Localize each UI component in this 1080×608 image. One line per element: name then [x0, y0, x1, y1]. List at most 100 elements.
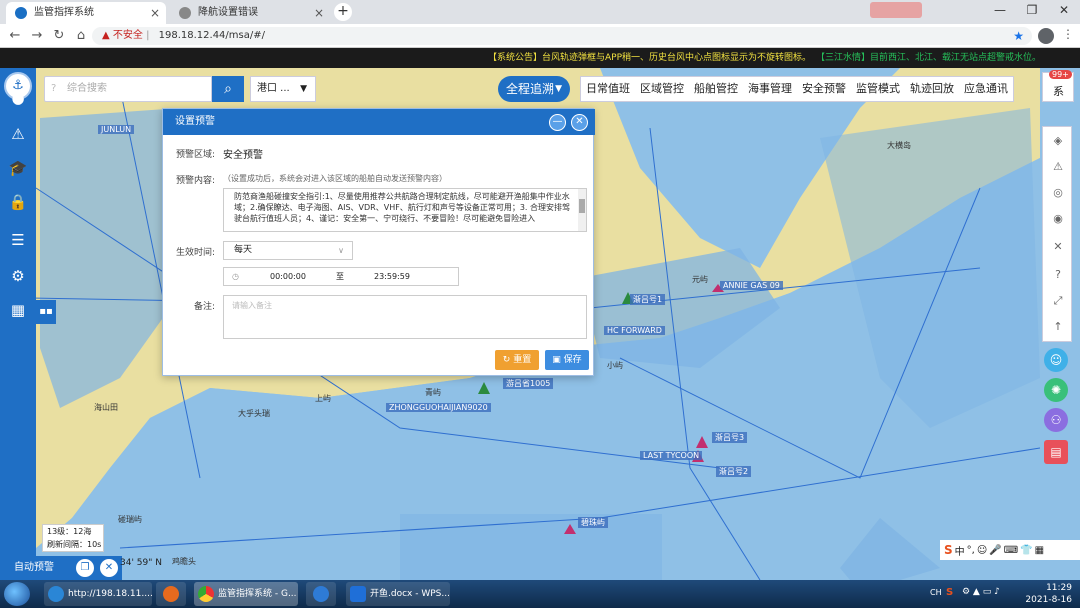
- maximize-icon[interactable]: ❐: [1016, 0, 1048, 22]
- sogou-browser-icon: [48, 586, 64, 602]
- notice-bar: 【系统公告】台风轨迹弹框与APP稍一、历史台风中心点图标显示为不旋转图标。 【三…: [0, 48, 1080, 68]
- ime-emoji-icon[interactable]: ☺: [977, 545, 987, 556]
- ship-label[interactable]: JUNLUN: [98, 125, 135, 134]
- sogou-tray-icon[interactable]: S: [946, 587, 953, 598]
- copy-icon[interactable]: ❐: [76, 559, 94, 577]
- taskbar-item[interactable]: [156, 582, 186, 606]
- url-input[interactable]: ▲ 不安全 | 198.18.12.44/msa/#/ ★: [92, 27, 1032, 45]
- time-range-picker[interactable]: ◷ 00:00:00 至 23:59:59: [223, 267, 459, 286]
- ship-label[interactable]: LAST TYCOON: [640, 451, 703, 460]
- layers-icon[interactable]: ◈: [1050, 133, 1066, 149]
- nav-item[interactable]: 监管模式: [851, 77, 905, 101]
- browser-tab[interactable]: 降航设置错误 ×: [170, 2, 330, 24]
- tools-icon[interactable]: ✕: [1050, 239, 1066, 255]
- profile-avatar-icon[interactable]: [1038, 28, 1054, 44]
- support-icon[interactable]: ☺: [1044, 348, 1068, 372]
- ship-label[interactable]: 渐吕号2: [716, 466, 752, 477]
- content-textarea[interactable]: 防范商渔船碰撞安全指引:1、尽量使用推荐公共航路合理制定航线，尽可能避开渔船集中…: [223, 188, 587, 232]
- nav-item[interactable]: 区域管控: [635, 77, 689, 101]
- ship-label[interactable]: 渐吕号1: [630, 294, 666, 305]
- warning-icon[interactable]: ⚠: [1050, 159, 1066, 175]
- auto-warn-bar[interactable]: 自动预警 ❐ ✕: [0, 556, 122, 580]
- tray-icons[interactable]: ⚙ ▲ ▭ ♪: [962, 587, 1000, 597]
- home-icon[interactable]: ⌂: [72, 27, 90, 45]
- scrollbar[interactable]: [578, 189, 586, 231]
- map-place-label: 大横岛: [887, 141, 911, 150]
- close-icon[interactable]: ✕: [100, 559, 118, 577]
- settings-icon[interactable]: ⚙: [6, 264, 30, 288]
- close-tab-icon[interactable]: ×: [314, 2, 324, 24]
- ship-label[interactable]: 碧珠屿: [578, 517, 608, 528]
- frequency-value: 每天: [234, 245, 253, 255]
- nav-item[interactable]: 海事管理: [743, 77, 797, 101]
- ship-label[interactable]: 游吕省1005: [503, 378, 554, 389]
- ime-skin-icon[interactable]: 👕: [1020, 545, 1032, 556]
- track-button[interactable]: 全程追溯 ▼: [498, 76, 570, 102]
- locate-icon[interactable]: ◎: [1050, 185, 1066, 201]
- ime-mic-icon[interactable]: 🎤: [989, 545, 1001, 556]
- input-language[interactable]: CH: [930, 588, 942, 597]
- search-input[interactable]: ? 综合搜索: [44, 76, 212, 102]
- system-message-button[interactable]: 99+ 系: [1042, 70, 1074, 102]
- browser-tab-active[interactable]: 监管指挥系统 ×: [6, 2, 166, 24]
- taskbar-item[interactable]: 开鱼.docx - WPS...: [346, 582, 450, 606]
- users-icon[interactable]: ⚇: [1044, 408, 1068, 432]
- nav-item[interactable]: 船舶管控: [689, 77, 743, 101]
- close-tab-icon[interactable]: ×: [150, 2, 160, 24]
- fullscreen-icon[interactable]: ⤢: [1050, 293, 1066, 309]
- browser-menu-icon[interactable]: ⋮: [1062, 27, 1074, 41]
- grid-icon[interactable]: ▪▪: [36, 300, 56, 324]
- back-icon[interactable]: ←: [6, 27, 24, 45]
- clock[interactable]: 11:29 2021-8-16: [1025, 582, 1072, 606]
- alert-icon[interactable]: ⚠: [6, 122, 30, 146]
- nav-item[interactable]: 轨迹回放: [905, 77, 959, 101]
- ime-tools-icon[interactable]: ▦: [1035, 545, 1044, 556]
- ship-label[interactable]: ZHONGGUOHAIJIAN9020: [386, 403, 491, 412]
- user-icon[interactable]: ●: [6, 86, 30, 110]
- search-button[interactable]: ⌕: [212, 76, 244, 102]
- page-favicon-icon: [179, 7, 191, 19]
- ship-label[interactable]: 渐吕号3: [712, 432, 748, 443]
- reset-button[interactable]: ↻ 重置: [495, 350, 539, 370]
- nav-item[interactable]: 应急通讯: [959, 77, 1013, 101]
- remark-textarea[interactable]: 请输入备注: [223, 295, 587, 339]
- nav-item[interactable]: 安全预警: [797, 77, 851, 101]
- save-button[interactable]: ▣ 保存: [545, 350, 589, 370]
- bookmark-star-icon[interactable]: ★: [1013, 27, 1024, 45]
- minimize-dialog-button[interactable]: —: [549, 114, 566, 131]
- port-select[interactable]: 港口 ... ▼: [250, 76, 316, 102]
- calendar-icon[interactable]: ▦: [6, 298, 30, 322]
- ime-punct-icon[interactable]: °,: [967, 545, 975, 556]
- effective-time-label: 生效时间:: [175, 248, 215, 258]
- tab-title: 监管指挥系统: [34, 7, 94, 18]
- keyboard-icon[interactable]: ▤: [1044, 440, 1068, 464]
- search-placeholder: 综合搜索: [67, 83, 107, 94]
- help-icon[interactable]: ?: [1050, 267, 1066, 283]
- target-icon[interactable]: ◉: [1050, 211, 1066, 227]
- save-label: 保存: [563, 355, 582, 365]
- taskbar-item-active[interactable]: 监管指挥系统 - G...: [194, 582, 298, 606]
- virus-icon[interactable]: ✺: [1044, 378, 1068, 402]
- taskbar-item[interactable]: [306, 582, 336, 606]
- ime-keyboard-icon[interactable]: ⌨: [1004, 545, 1018, 556]
- minimize-icon[interactable]: —: [984, 0, 1016, 22]
- top-nav: 日常值班 区域管控 船舶管控 海事管理 安全预警 监管模式 轨迹回放 应急通讯: [580, 76, 1014, 102]
- ship-label[interactable]: ANNIE GAS 09: [720, 281, 783, 290]
- list-icon[interactable]: ☰: [6, 228, 30, 252]
- reload-icon[interactable]: ↻: [50, 27, 68, 45]
- lock-icon[interactable]: 🔒: [6, 190, 30, 214]
- new-tab-button[interactable]: +: [334, 3, 352, 21]
- arrow-up-icon[interactable]: ↑: [1050, 319, 1066, 335]
- map-place-label: 上屿: [315, 394, 331, 403]
- close-dialog-button[interactable]: ✕: [571, 114, 588, 131]
- close-window-icon[interactable]: ✕: [1048, 0, 1080, 22]
- warning-settings-dialog: 设置预警 — ✕ 预警区域: 安全预警 预警内容: （设置成功后，系统会对进入该…: [162, 108, 595, 376]
- nav-item[interactable]: 日常值班: [581, 77, 635, 101]
- frequency-select[interactable]: 每天 ∨: [223, 241, 353, 260]
- start-button[interactable]: [4, 582, 30, 606]
- forward-icon[interactable]: →: [28, 27, 46, 45]
- taskbar-item[interactable]: http://198.18.11....: [44, 582, 152, 606]
- ship-label[interactable]: HC FORWARD: [604, 326, 665, 335]
- education-icon[interactable]: 🎓: [6, 156, 30, 180]
- ime-mode[interactable]: 中: [955, 543, 965, 558]
